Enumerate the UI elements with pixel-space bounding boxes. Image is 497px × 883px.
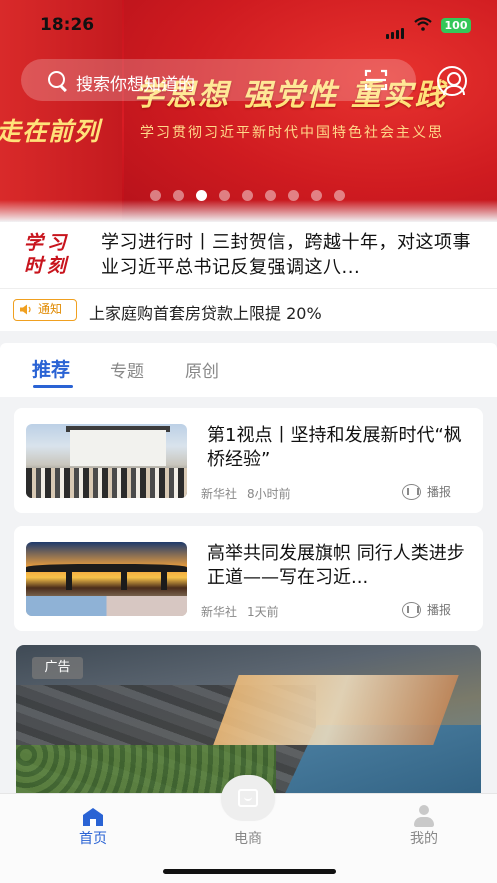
article-card[interactable]: 高举共同发展旗帜 同行人类进步正道——写在习近... 新华社 1天前 播报 bbox=[14, 526, 483, 631]
nav-mine[interactable]: 我的 bbox=[394, 828, 454, 848]
status-bar: 18:26 100 bbox=[0, 0, 497, 50]
user-icon[interactable] bbox=[413, 805, 435, 827]
article-title[interactable]: 第1视点丨坚持和发展新时代“枫桥经验” bbox=[207, 424, 469, 472]
headline-text[interactable]: 学习进行时丨三封贺信，跨越十年，对这项事业习近平总书记反复强调这八... bbox=[101, 230, 477, 280]
broadcast-button[interactable]: 播报 bbox=[402, 483, 451, 500]
article-thumbnail bbox=[26, 542, 187, 616]
article-meta: 新华社 1天前 bbox=[201, 603, 279, 620]
banner-left-slogan: 走在前列 bbox=[0, 117, 101, 146]
article-thumbnail bbox=[26, 424, 187, 498]
status-time: 18:26 bbox=[40, 15, 95, 35]
logo-line-2: 时刻 bbox=[24, 255, 71, 277]
ad-badge: 广告 bbox=[32, 657, 83, 679]
tab-topics[interactable]: 专题 bbox=[110, 357, 144, 382]
cellular-signal-icon bbox=[386, 20, 406, 39]
notice-bar[interactable]: 通知 上家庭购首套房贷款上限提 20% bbox=[0, 288, 497, 331]
wifi-icon bbox=[414, 17, 432, 31]
home-icon[interactable] bbox=[81, 807, 105, 827]
shopping-bag-icon bbox=[238, 789, 258, 807]
search-icon bbox=[48, 71, 65, 88]
notice-message[interactable]: 上家庭购首套房贷款上限提 20% bbox=[89, 300, 322, 324]
home-indicator bbox=[163, 869, 336, 874]
article-time: 1天前 bbox=[247, 605, 279, 619]
notice-tag: 通知 bbox=[13, 299, 77, 321]
nav-shop[interactable]: 电商 bbox=[218, 828, 278, 848]
audio-play-icon bbox=[402, 484, 421, 500]
search-placeholder: 搜索你想知道的 bbox=[76, 75, 195, 95]
tab-recommend[interactable]: 推荐 bbox=[32, 355, 70, 382]
user-avatar-icon[interactable] bbox=[437, 66, 467, 96]
headline-card[interactable]: 学习 时刻 学习进行时丨三封贺信，跨越十年，对这项事业习近平总书记反复强调这八.… bbox=[0, 222, 497, 288]
broadcast-label: 播报 bbox=[427, 485, 452, 499]
nav-home[interactable]: 首页 bbox=[63, 828, 123, 848]
notice-tag-label: 通知 bbox=[38, 302, 63, 316]
shop-button[interactable] bbox=[221, 775, 275, 821]
tab-original[interactable]: 原创 bbox=[185, 357, 219, 382]
banner-fade bbox=[0, 200, 497, 222]
speaker-icon bbox=[20, 304, 31, 315]
audio-play-icon bbox=[402, 602, 421, 618]
broadcast-label: 播报 bbox=[427, 603, 452, 617]
logo-line-1: 学习 bbox=[24, 232, 71, 254]
article-source: 新华社 bbox=[201, 605, 238, 619]
scan-icon[interactable] bbox=[364, 69, 388, 91]
banner-subtitle: 学习贯彻习近平新时代中国特色社会主义思 bbox=[140, 125, 444, 141]
article-time: 8小时前 bbox=[247, 487, 291, 501]
search-bar[interactable]: 搜索你想知道的 bbox=[21, 59, 416, 101]
broadcast-button[interactable]: 播报 bbox=[402, 601, 451, 618]
article-card[interactable]: 第1视点丨坚持和发展新时代“枫桥经验” 新华社 8小时前 播报 bbox=[14, 408, 483, 513]
active-tab-indicator bbox=[33, 385, 73, 388]
xuexi-shike-logo: 学习 时刻 bbox=[24, 232, 78, 278]
article-meta: 新华社 8小时前 bbox=[201, 485, 291, 502]
content-tabs: 推荐 专题 原创 bbox=[0, 343, 497, 397]
battery-icon: 100 bbox=[441, 18, 471, 33]
article-title[interactable]: 高举共同发展旗帜 同行人类进步正道——写在习近... bbox=[207, 542, 469, 590]
article-source: 新华社 bbox=[201, 487, 238, 501]
